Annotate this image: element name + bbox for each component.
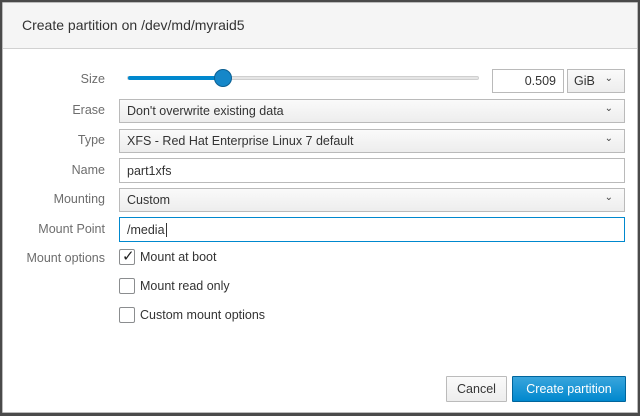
mount-point-input[interactable]: /media: [119, 217, 625, 242]
mount-read-only-checkbox[interactable]: [119, 278, 135, 294]
chevron-down-icon: ⌄: [604, 73, 613, 84]
mount-options-label: Mount options: [26, 251, 105, 265]
size-slider-fill: [128, 76, 223, 80]
cancel-button[interactable]: Cancel: [446, 376, 507, 402]
mounting-select[interactable]: Custom ⌄: [119, 188, 625, 212]
mount-at-boot-label: Mount at boot: [140, 250, 217, 264]
name-input[interactable]: part1xfs: [119, 158, 625, 183]
erase-select[interactable]: Don't overwrite existing data ⌄: [119, 99, 625, 123]
size-input[interactable]: 0.509: [492, 69, 564, 93]
checkmark-icon: ✓: [122, 248, 135, 265]
chevron-down-icon: ⌄: [604, 133, 613, 144]
size-unit-value: GiB: [574, 74, 595, 88]
name-label: Name: [71, 163, 105, 177]
size-unit-select[interactable]: GiB ⌄: [567, 69, 625, 93]
dialog-title: Create partition on /dev/md/myraid5: [22, 17, 245, 33]
erase-label: Erase: [72, 103, 105, 117]
custom-mount-options-checkbox[interactable]: [119, 307, 135, 323]
mount-point-value: /media: [127, 223, 165, 237]
type-select[interactable]: XFS - Red Hat Enterprise Linux 7 default…: [119, 129, 625, 153]
mount-point-label: Mount Point: [38, 222, 105, 236]
name-value: part1xfs: [127, 164, 172, 178]
size-slider-handle[interactable]: [213, 69, 232, 87]
chevron-down-icon: ⌄: [604, 103, 613, 114]
mounting-label: Mounting: [53, 192, 105, 206]
type-value: XFS - Red Hat Enterprise Linux 7 default: [127, 134, 354, 148]
mounting-value: Custom: [127, 193, 171, 207]
size-slider[interactable]: [127, 69, 479, 87]
erase-value: Don't overwrite existing data: [127, 104, 284, 118]
chevron-down-icon: ⌄: [604, 192, 613, 203]
size-label: Size: [80, 72, 105, 86]
create-partition-dialog: Create partition on /dev/md/myraid5 Size…: [2, 2, 638, 413]
text-caret: [165, 223, 167, 237]
mount-read-only-label: Mount read only: [140, 279, 230, 293]
dialog-header: Create partition on /dev/md/myraid5: [3, 3, 637, 49]
create-partition-button[interactable]: Create partition: [512, 376, 626, 402]
type-label: Type: [77, 133, 105, 147]
custom-mount-options-label: Custom mount options: [140, 308, 266, 322]
mount-at-boot-checkbox[interactable]: ✓: [119, 248, 135, 265]
